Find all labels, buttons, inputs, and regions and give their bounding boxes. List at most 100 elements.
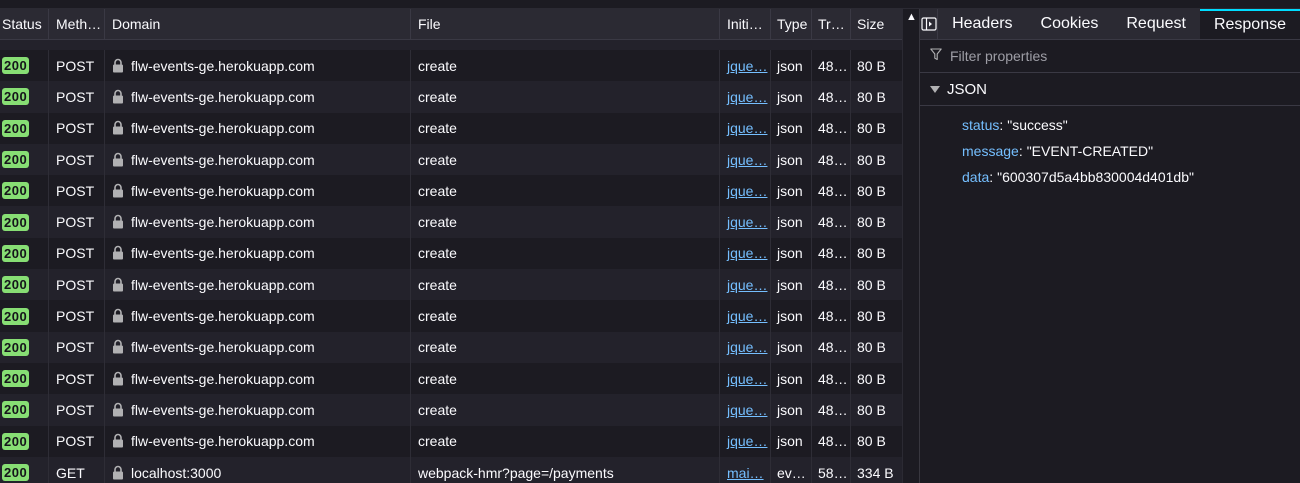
lock-icon xyxy=(112,152,124,168)
column-header-domain[interactable]: Domain xyxy=(105,9,411,40)
size-cell: 334 B xyxy=(857,464,894,481)
domain-text: flw-events-ge.herokuapp.com xyxy=(131,433,315,450)
column-header-type[interactable]: Type xyxy=(771,9,812,40)
details-tabs: Headers Cookies Request Response xyxy=(920,9,1300,40)
column-header-size[interactable]: Size xyxy=(851,9,902,40)
initiator-link[interactable]: jque… xyxy=(727,433,767,449)
lock-icon xyxy=(112,58,124,74)
column-header-status[interactable]: Status xyxy=(0,9,49,40)
method-cell: POST xyxy=(49,143,105,176)
initiator-link[interactable]: jque… xyxy=(727,308,767,324)
status-cell: 200 xyxy=(0,331,49,363)
table-row[interactable]: 200 POST flw-events-ge.herokuapp.com create… xyxy=(0,237,902,270)
file-cell: create xyxy=(411,112,720,144)
file-cell: create xyxy=(411,394,720,426)
method-cell: POST xyxy=(49,81,105,113)
domain-text: flw-events-ge.herokuapp.com xyxy=(131,120,315,137)
type-cell: ev… xyxy=(771,456,812,483)
table-row[interactable]: 200 POST flw-events-ge.herokuapp.com create… xyxy=(0,300,902,332)
json-property[interactable]: data: "600307d5a4bb830004d401db" xyxy=(920,164,1300,190)
domain-text: localhost:3000 xyxy=(131,464,222,481)
initiator-link[interactable]: jque… xyxy=(727,58,767,74)
file-cell: create xyxy=(411,143,720,176)
transferred-cell: 48… xyxy=(812,206,851,238)
table-scrollbar[interactable]: ▲ xyxy=(902,9,919,483)
tab-cookies[interactable]: Cookies xyxy=(1027,9,1113,39)
initiator-link[interactable]: mai… xyxy=(727,465,764,481)
method-cell: POST xyxy=(49,237,105,270)
file-cell: webpack-hmr?page=/payments xyxy=(411,456,720,483)
domain-cell: flw-events-ge.herokuapp.com xyxy=(105,394,411,426)
status-badge: 200 xyxy=(2,88,30,106)
initiator-link[interactable]: jque… xyxy=(727,214,767,230)
table-row[interactable]: 200 POST flw-events-ge.herokuapp.com create… xyxy=(0,112,902,144)
column-header-method[interactable]: Meth… xyxy=(49,9,105,40)
status-badge: 200 xyxy=(2,464,30,481)
domain-cell: flw-events-ge.herokuapp.com xyxy=(105,237,411,270)
table-row[interactable]: 200 POST flw-events-ge.herokuapp.com create… xyxy=(0,81,902,113)
status-cell: 200 xyxy=(0,362,49,395)
filter-properties-input[interactable] xyxy=(948,47,1252,65)
lock-icon xyxy=(112,245,124,261)
table-row[interactable]: 200 POST flw-events-ge.herokuapp.com create… xyxy=(0,143,902,176)
column-header-transferred[interactable]: Tr… xyxy=(812,9,851,40)
table-row[interactable]: 200 POST flw-events-ge.herokuapp.com create… xyxy=(0,425,902,457)
domain-text: flw-events-ge.herokuapp.com xyxy=(131,401,315,418)
status-badge: 200 xyxy=(2,276,30,294)
status-cell: 200 xyxy=(0,394,49,426)
table-row[interactable]: 200 GET localhost:3000 webpack-hmr?page=/pa… xyxy=(0,456,902,483)
tab-headers[interactable]: Headers xyxy=(938,9,1026,39)
table-row[interactable]: 200 POST flw-events-ge.herokuapp.com create… xyxy=(0,362,902,395)
table-row[interactable]: 200 POST flw-events-ge.herokuapp.com create… xyxy=(0,206,902,238)
table-row[interactable]: 200 POST flw-events-ge.herokuapp.com create… xyxy=(0,175,902,207)
status-cell: 200 xyxy=(0,269,49,301)
initiator-link[interactable]: jque… xyxy=(727,152,767,168)
json-colon: : xyxy=(989,169,994,185)
domain-text: flw-events-ge.herokuapp.com xyxy=(131,182,315,199)
lock-icon xyxy=(112,371,124,387)
column-header-file[interactable]: File xyxy=(411,9,720,40)
table-row[interactable]: 200 POST flw-events-ge.herokuapp.com create… xyxy=(0,394,902,426)
column-header-initiator[interactable]: Initi… xyxy=(720,9,771,40)
initiator-link[interactable]: jque… xyxy=(727,183,767,199)
initiator-link[interactable]: jque… xyxy=(727,245,767,261)
initiator-link[interactable]: jque… xyxy=(727,339,767,355)
json-property[interactable]: status: "success" xyxy=(920,112,1300,138)
domain-cell: flw-events-ge.herokuapp.com xyxy=(105,112,411,144)
initiator-cell: jque… xyxy=(720,175,771,207)
file-cell: create xyxy=(411,331,720,363)
status-badge: 200 xyxy=(2,401,30,419)
status-badge: 200 xyxy=(2,338,30,356)
size-cell: 80 B xyxy=(857,182,886,199)
initiator-link[interactable]: jque… xyxy=(727,89,767,105)
table-row[interactable]: 200 POST flw-events-ge.herokuapp.com create… xyxy=(0,269,902,301)
initiator-link[interactable]: jque… xyxy=(727,120,767,136)
table-row[interactable]: 200 POST flw-events-ge.herokuapp.com create… xyxy=(0,331,902,363)
initiator-link[interactable]: jque… xyxy=(727,402,767,418)
initiator-link[interactable]: jque… xyxy=(727,371,767,387)
method-cell: POST xyxy=(49,425,105,457)
status-badge: 200 xyxy=(2,370,30,388)
lock-icon xyxy=(112,89,124,105)
table-row-partial[interactable] xyxy=(0,40,902,50)
sidebar-toggle-icon[interactable] xyxy=(920,9,939,39)
method-cell: POST xyxy=(49,112,105,144)
transferred-cell: 48… xyxy=(812,394,851,426)
expand-triangle-icon xyxy=(930,85,940,93)
json-value: "success" xyxy=(1007,117,1068,133)
domain-cell: flw-events-ge.herokuapp.com xyxy=(105,331,411,363)
json-property[interactable]: message: "EVENT-CREATED" xyxy=(920,138,1300,164)
file-cell: create xyxy=(411,206,720,238)
initiator-link[interactable]: jque… xyxy=(727,277,767,293)
size-cell: 80 B xyxy=(857,214,886,231)
initiator-cell: jque… xyxy=(720,300,771,332)
json-section-toggle[interactable]: JSON xyxy=(920,73,1300,106)
tab-request[interactable]: Request xyxy=(1112,9,1200,39)
scroll-up-arrow-icon[interactable]: ▲ xyxy=(906,11,917,23)
transferred-cell: 48… xyxy=(812,81,851,113)
type-cell: json xyxy=(771,81,812,113)
tab-response[interactable]: Response xyxy=(1199,9,1300,39)
table-row[interactable]: 200 POST flw-events-ge.herokuapp.com create… xyxy=(0,50,902,82)
type-cell: json xyxy=(771,394,812,426)
json-key: status xyxy=(962,117,1000,133)
